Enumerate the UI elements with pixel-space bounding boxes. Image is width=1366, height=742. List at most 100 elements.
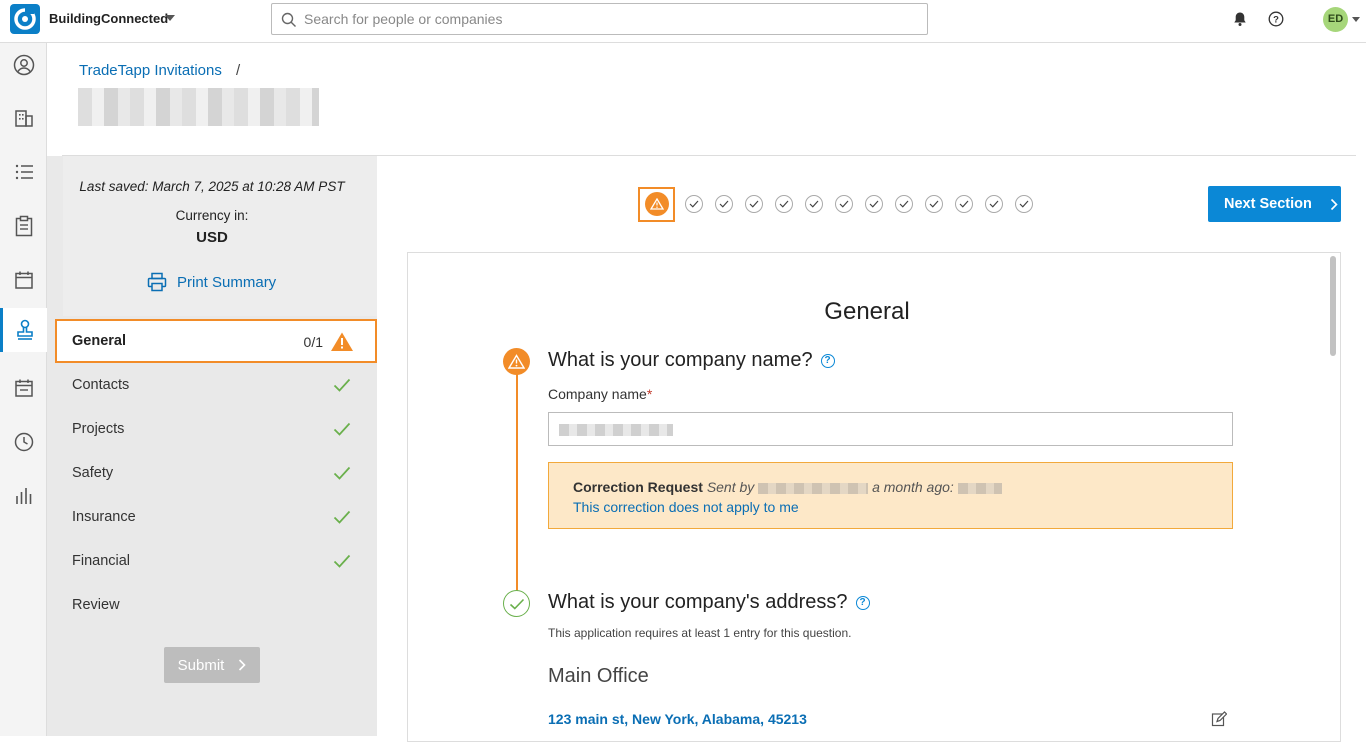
office-title: Main Office	[548, 665, 649, 687]
section-label: Review	[72, 597, 120, 613]
redacted-company-name	[559, 424, 673, 436]
breadcrumb-tradetapp-invitations[interactable]: TradeTapp Invitations	[79, 62, 222, 79]
list-icon	[15, 164, 33, 180]
next-section-label: Next Section	[1224, 196, 1312, 212]
rail-calendar[interactable]	[0, 258, 47, 302]
step-3[interactable]	[715, 195, 733, 213]
checkmark-icon	[333, 510, 351, 524]
section-contacts[interactable]: Contacts	[55, 363, 377, 407]
step-8[interactable]	[865, 195, 883, 213]
card-scrollbar[interactable]	[1328, 254, 1338, 736]
print-summary-link[interactable]: Print Summary	[147, 272, 276, 292]
brand-dropdown-icon[interactable]	[165, 15, 175, 21]
step-1-active[interactable]	[638, 186, 675, 222]
question-help-icon[interactable]: ?	[820, 353, 835, 368]
chevron-right-icon	[1330, 198, 1338, 210]
check-icon	[719, 200, 729, 208]
redacted-sender	[758, 482, 869, 494]
section-label: Insurance	[72, 509, 136, 525]
rail-history[interactable]	[0, 420, 47, 464]
submit-button[interactable]: Submit	[164, 647, 260, 683]
printer-icon	[147, 272, 167, 292]
section-insurance[interactable]: Insurance	[55, 495, 377, 539]
question-title: What is your company name?	[548, 349, 813, 371]
help-icon[interactable]: ?	[1268, 11, 1284, 27]
buildingconnected-logo-icon[interactable]	[10, 4, 40, 34]
warning-icon	[649, 198, 664, 210]
step-6[interactable]	[805, 195, 823, 213]
checkmark-icon	[333, 378, 351, 392]
step-12[interactable]	[985, 195, 1003, 213]
company-name-label-text: Company name	[548, 386, 647, 402]
question-title: What is your company's address?	[548, 591, 848, 613]
clipboard-icon	[15, 215, 32, 237]
question-warning-marker	[503, 348, 530, 375]
section-projects[interactable]: Projects	[55, 407, 377, 451]
section-safety[interactable]: Safety	[55, 451, 377, 495]
building-icon	[14, 110, 33, 127]
print-summary-label: Print Summary	[177, 273, 277, 291]
step-13[interactable]	[1015, 195, 1033, 213]
breadcrumb-separator: /	[236, 62, 241, 79]
check-icon	[839, 200, 849, 208]
step-2[interactable]	[685, 195, 703, 213]
calendar-check-icon	[14, 379, 33, 397]
step-7[interactable]	[835, 195, 853, 213]
rail-tradetapp[interactable]	[0, 308, 47, 352]
correction-request-line: Correction Request Sent by a month ago:	[573, 479, 1002, 495]
search-input[interactable]	[304, 8, 904, 30]
question-requirement-note: This application requires at least 1 ent…	[548, 626, 852, 640]
warning-icon	[331, 332, 353, 351]
check-icon	[989, 200, 999, 208]
office-address-link[interactable]: 123 main st, New York, Alabama, 45213	[548, 711, 807, 727]
bar-chart-icon	[15, 488, 31, 504]
correction-request-box: Correction Request Sent by a month ago: …	[548, 462, 1233, 529]
check-icon	[779, 200, 789, 208]
section-panel: Last saved: March 7, 2025 at 10:28 AM PS…	[47, 156, 377, 736]
question-help-icon[interactable]: ?	[855, 595, 870, 610]
warning-icon	[508, 354, 525, 369]
step-11[interactable]	[955, 195, 973, 213]
check-icon	[929, 200, 939, 208]
rail-tasks[interactable]	[0, 204, 47, 248]
brand-name[interactable]: BuildingConnected	[49, 11, 168, 26]
next-section-button[interactable]: Next Section	[1208, 186, 1341, 222]
section-progress-count: 0/1	[303, 334, 323, 350]
rail-companies[interactable]	[0, 96, 47, 140]
section-general[interactable]: General 0/1	[55, 319, 377, 363]
step-9[interactable]	[895, 195, 913, 213]
step-10[interactable]	[925, 195, 943, 213]
question-complete-marker	[503, 590, 530, 617]
section-title: General	[824, 298, 910, 325]
user-circle-icon	[13, 54, 34, 76]
rail-analytics[interactable]	[0, 474, 47, 518]
currency-value: USD	[196, 229, 228, 246]
calendar-icon	[14, 271, 33, 289]
check-icon	[809, 200, 819, 208]
question-company-address: What is your company's address? ?	[548, 591, 870, 614]
rail-profile[interactable]	[0, 43, 47, 87]
search-bar[interactable]	[271, 3, 928, 35]
scrollbar-thumb[interactable]	[1330, 256, 1336, 356]
left-nav-rail	[0, 43, 47, 736]
check-icon	[869, 200, 879, 208]
rail-schedule[interactable]	[0, 366, 47, 410]
edit-pencil-icon[interactable]	[1211, 711, 1227, 727]
user-menu-dropdown-icon[interactable]	[1352, 17, 1360, 22]
correction-time: a month ago:	[872, 479, 954, 495]
section-label: Contacts	[72, 377, 130, 393]
check-icon	[1019, 200, 1029, 208]
rail-list[interactable]	[0, 150, 47, 194]
section-financial[interactable]: Financial	[55, 539, 377, 583]
correction-does-not-apply-link[interactable]: This correction does not apply to me	[573, 499, 799, 515]
user-avatar[interactable]: ED	[1323, 7, 1348, 32]
company-name-input[interactable]	[548, 412, 1233, 446]
check-icon	[509, 598, 524, 610]
correction-title: Correction Request	[573, 479, 703, 495]
top-bar: BuildingConnected ? ED	[0, 0, 1366, 43]
notifications-bell-icon[interactable]	[1232, 11, 1248, 27]
stamp-icon	[17, 319, 33, 340]
step-4[interactable]	[745, 195, 763, 213]
section-review[interactable]: Review	[55, 583, 377, 627]
step-5[interactable]	[775, 195, 793, 213]
